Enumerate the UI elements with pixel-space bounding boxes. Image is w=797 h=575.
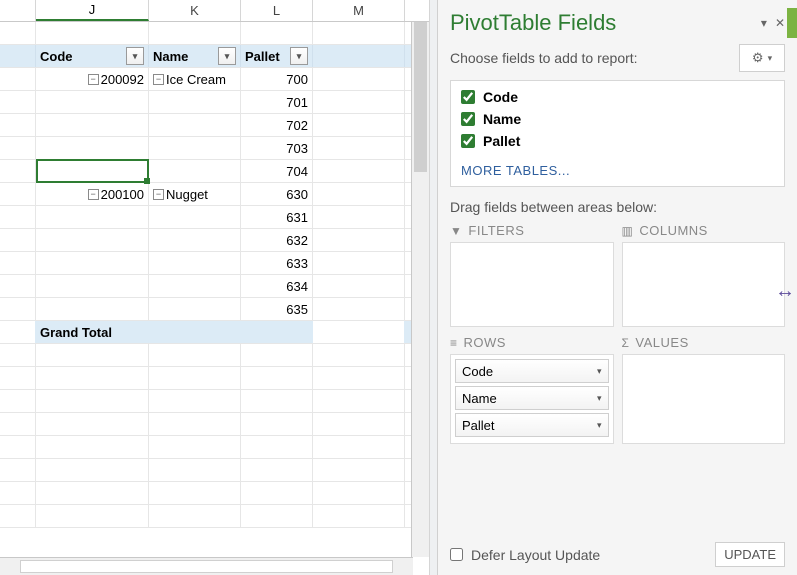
- drag-hint: Drag fields between areas below:: [450, 199, 785, 215]
- defer-label: Defer Layout Update: [471, 547, 600, 563]
- update-button[interactable]: UPDATE: [715, 542, 785, 567]
- gear-icon: ⚙: [752, 50, 764, 66]
- dropdown-icon[interactable]: ▾: [218, 47, 236, 65]
- horizontal-scrollbar[interactable]: [0, 557, 413, 575]
- table-row[interactable]: 634: [0, 275, 429, 298]
- table-row[interactable]: 632: [0, 229, 429, 252]
- table-row[interactable]: −200092 −Ice Cream 700: [0, 68, 429, 91]
- grand-total-label: Grand Total: [40, 325, 112, 340]
- row-chip-pallet[interactable]: Pallet ▾: [455, 413, 609, 437]
- rows-icon: ≡: [450, 336, 458, 350]
- column-headers: J K L M: [0, 0, 429, 22]
- pallet-value: 703: [286, 141, 308, 156]
- vertical-scrollbar[interactable]: [411, 22, 429, 557]
- name-value: Nugget: [166, 187, 208, 202]
- table-row[interactable]: 703: [0, 137, 429, 160]
- pallet-value: 633: [286, 256, 308, 271]
- areas-grid: ▼ FILTERS ▥ COLUMNS ≡ ROWS Code ▾ Name ▾ Pall…: [450, 223, 785, 444]
- field-pallet-checkbox[interactable]: [461, 134, 475, 148]
- col-header-blank[interactable]: [0, 0, 36, 21]
- name-value: Ice Cream: [166, 72, 226, 87]
- rows-dropzone[interactable]: Code ▾ Name ▾ Pallet ▾: [450, 354, 614, 444]
- collapse-icon[interactable]: −: [153, 74, 164, 85]
- row-chip-code[interactable]: Code ▾: [455, 359, 609, 383]
- pallet-value: 635: [286, 302, 308, 317]
- chevron-down-icon[interactable]: ▾: [761, 16, 767, 30]
- more-tables-link[interactable]: MORE TABLES...: [461, 163, 774, 178]
- sigma-icon: Σ: [622, 336, 630, 350]
- grand-total-row[interactable]: Grand Total: [0, 321, 429, 344]
- columns-icon: ▥: [622, 224, 634, 238]
- pivot-header-code-label: Code: [40, 49, 73, 64]
- area-filters-label: FILTERS: [468, 223, 524, 238]
- pivot-header-code[interactable]: Code ▾: [36, 45, 149, 67]
- table-row[interactable]: 633: [0, 252, 429, 275]
- collapse-icon[interactable]: −: [88, 74, 99, 85]
- chip-label: Name: [462, 391, 497, 406]
- tools-button[interactable]: ⚙ ▾: [739, 44, 785, 72]
- code-value: 200092: [101, 72, 144, 87]
- field-code-checkbox[interactable]: [461, 90, 475, 104]
- col-header-k[interactable]: K: [149, 0, 241, 21]
- splitter[interactable]: [430, 0, 438, 575]
- pallet-value: 701: [286, 95, 308, 110]
- chip-label: Code: [462, 364, 493, 379]
- pallet-value: 700: [286, 72, 308, 87]
- col-header-l[interactable]: L: [241, 0, 313, 21]
- table-row[interactable]: 635: [0, 298, 429, 321]
- filter-icon: ▼: [450, 224, 462, 238]
- collapse-icon[interactable]: −: [88, 189, 99, 200]
- table-row[interactable]: −200100 −Nugget 630: [0, 183, 429, 206]
- pallet-value: 704: [286, 164, 308, 179]
- panel-title: PivotTable Fields: [450, 10, 616, 36]
- chevron-down-icon: ▾: [768, 53, 773, 64]
- pallet-value: 634: [286, 279, 308, 294]
- chevron-down-icon[interactable]: ▾: [597, 420, 602, 431]
- field-label: Code: [483, 89, 518, 105]
- field-label: Pallet: [483, 133, 520, 149]
- field-code[interactable]: Code: [461, 89, 774, 105]
- field-list: Code Name Pallet MORE TABLES...: [450, 80, 785, 187]
- panel-subtitle: Choose fields to add to report:: [450, 50, 638, 66]
- table-row[interactable]: 631: [0, 206, 429, 229]
- chip-label: Pallet: [462, 418, 495, 433]
- pivot-header-pallet-label: Pallet: [245, 49, 280, 64]
- grid[interactable]: Code ▾ Name ▾ Pallet ▾ −200092 −Ice Crea…: [0, 22, 429, 528]
- dropdown-icon[interactable]: ▾: [290, 47, 308, 65]
- table-row[interactable]: 702: [0, 114, 429, 137]
- dropdown-icon[interactable]: ▾: [126, 47, 144, 65]
- code-value: 200100: [101, 187, 144, 202]
- table-row[interactable]: 701: [0, 91, 429, 114]
- field-label: Name: [483, 111, 521, 127]
- values-dropzone[interactable]: [622, 354, 786, 444]
- pivottable-fields-panel: PivotTable Fields ▾ ✕ Choose fields to a…: [438, 0, 797, 575]
- table-row[interactable]: 704: [0, 160, 429, 183]
- filters-dropzone[interactable]: [450, 242, 614, 327]
- col-header-m[interactable]: M: [313, 0, 405, 21]
- collapse-icon[interactable]: −: [153, 189, 164, 200]
- close-icon[interactable]: ✕: [775, 16, 785, 30]
- area-rows-label: ROWS: [464, 335, 506, 350]
- chevron-down-icon[interactable]: ▾: [597, 366, 602, 377]
- field-name-checkbox[interactable]: [461, 112, 475, 126]
- pallet-value: 630: [286, 187, 308, 202]
- area-columns-label: COLUMNS: [639, 223, 708, 238]
- resize-handle-icon[interactable]: ↔: [775, 280, 795, 303]
- pivot-header-row: Code ▾ Name ▾ Pallet ▾: [0, 45, 429, 68]
- pivot-header-name[interactable]: Name ▾: [149, 45, 241, 67]
- pivot-header-name-label: Name: [153, 49, 188, 64]
- row-chip-name[interactable]: Name ▾: [455, 386, 609, 410]
- pallet-value: 631: [286, 210, 308, 225]
- area-values-label: VALUES: [635, 335, 688, 350]
- col-header-j[interactable]: J: [36, 0, 149, 21]
- defer-checkbox[interactable]: [450, 548, 463, 561]
- field-pallet[interactable]: Pallet: [461, 133, 774, 149]
- field-name[interactable]: Name: [461, 111, 774, 127]
- pallet-value: 702: [286, 118, 308, 133]
- columns-dropzone[interactable]: [622, 242, 786, 327]
- spreadsheet-area: J K L M Code ▾ Name ▾ Pallet ▾: [0, 0, 430, 575]
- chevron-down-icon[interactable]: ▾: [597, 393, 602, 404]
- pallet-value: 632: [286, 233, 308, 248]
- pivot-header-pallet[interactable]: Pallet ▾: [241, 45, 313, 67]
